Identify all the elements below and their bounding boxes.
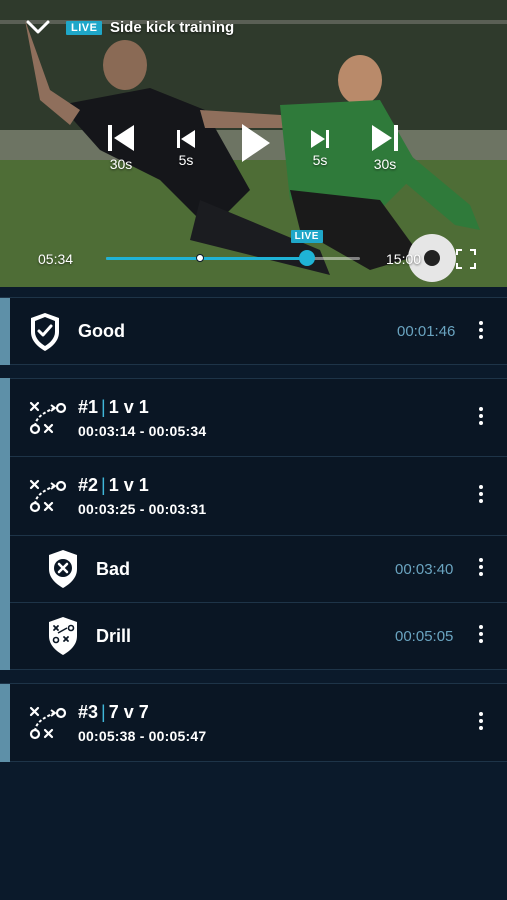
player-top-bar: LIVE Side kick training — [0, 14, 507, 42]
tactics-icon — [29, 479, 67, 513]
x-shield-icon — [49, 550, 77, 588]
live-badge: LIVE — [66, 21, 103, 35]
more-icon — [479, 712, 483, 716]
fullscreen-icon — [456, 249, 476, 269]
title-separator: | — [101, 397, 106, 417]
rewind-5s-label: 5s — [178, 152, 194, 168]
step-back-icon — [177, 130, 195, 148]
item-time: 00:03:40 — [395, 561, 454, 578]
more-icon — [479, 407, 483, 411]
tactics-icon — [29, 401, 67, 435]
video-player[interactable]: LIVE Side kick training 30s 5s 5s 30s 05… — [0, 0, 507, 287]
play-label: 1 v 1 — [108, 475, 149, 495]
play-icon — [242, 124, 270, 162]
item-title: Bad — [96, 559, 131, 579]
play-label: 7 v 7 — [108, 702, 149, 722]
live-marker-label: LIVE — [290, 230, 323, 243]
seek-bar-progress — [106, 257, 307, 260]
skip-back-icon — [108, 125, 134, 151]
play-number: #1 — [78, 397, 99, 417]
forward-5s-button[interactable]: 5s — [308, 128, 332, 168]
item-time: 00:05:05 — [395, 628, 454, 645]
check-shield-icon — [31, 313, 59, 351]
more-options-button[interactable] — [474, 485, 488, 509]
play-number: #3 — [78, 702, 99, 722]
rewind-30s-label: 30s — [109, 156, 133, 172]
play-title: #2 | 1 v 1 — [78, 475, 149, 496]
title-separator: | — [101, 702, 106, 722]
list-item[interactable]: #3 | 7 v 7 00:05:38 - 00:05:47 — [0, 683, 507, 762]
item-title: Good — [78, 321, 125, 341]
play-time-range: 00:03:25 - 00:03:31 — [78, 501, 207, 517]
more-options-button[interactable] — [474, 625, 488, 649]
more-icon — [479, 625, 483, 629]
rewind-30s-button[interactable]: 30s — [104, 122, 138, 172]
more-options-button[interactable] — [474, 712, 488, 736]
play-label: 1 v 1 — [108, 397, 149, 417]
title-separator: | — [101, 475, 106, 495]
play-time-range: 00:03:14 - 00:05:34 — [78, 423, 207, 439]
play-number: #2 — [78, 475, 99, 495]
list-item[interactable]: #1 | 1 v 1 00:03:14 - 00:05:34 — [0, 378, 507, 457]
list-item[interactable]: Good 00:01:46 — [0, 297, 507, 365]
live-position-handle[interactable] — [298, 250, 315, 266]
list-item[interactable]: Drill 00:05:05 — [0, 603, 507, 670]
item-time: 00:01:46 — [397, 323, 456, 340]
step-forward-icon — [311, 130, 329, 148]
rewind-5s-button[interactable]: 5s — [174, 128, 198, 168]
group-bar — [0, 378, 10, 670]
video-title: Side kick training — [110, 19, 235, 36]
drill-shield-icon — [49, 617, 77, 655]
seek-bar[interactable] — [106, 250, 360, 266]
more-icon — [479, 321, 483, 325]
play-title: #3 | 7 v 7 — [78, 702, 149, 723]
group-bar — [0, 684, 10, 762]
more-options-button[interactable] — [474, 558, 488, 582]
end-time: 15:00 — [386, 251, 422, 267]
skip-forward-icon — [372, 125, 398, 151]
tactics-icon — [29, 706, 67, 740]
more-options-button[interactable] — [474, 321, 488, 345]
more-icon — [479, 485, 483, 489]
group-bar — [0, 298, 10, 365]
list-item[interactable]: Bad 00:03:40 — [0, 536, 507, 603]
play-title: #1 | 1 v 1 — [78, 397, 149, 418]
forward-30s-button[interactable]: 30s — [368, 122, 402, 172]
playhead-handle[interactable] — [195, 254, 204, 262]
more-options-button[interactable] — [474, 407, 488, 431]
fullscreen-button[interactable] — [455, 248, 477, 270]
forward-5s-label: 5s — [312, 152, 328, 168]
play-button[interactable] — [238, 122, 272, 164]
current-time: 05:34 — [38, 251, 74, 267]
play-time-range: 00:05:38 - 00:05:47 — [78, 728, 207, 744]
forward-30s-label: 30s — [373, 156, 397, 172]
more-icon — [479, 558, 483, 562]
list-item[interactable]: #2 | 1 v 1 00:03:25 - 00:03:31 — [0, 457, 507, 536]
item-title: Drill — [96, 626, 132, 646]
chevron-down-icon — [26, 20, 50, 34]
collapse-player-button[interactable] — [22, 16, 54, 40]
